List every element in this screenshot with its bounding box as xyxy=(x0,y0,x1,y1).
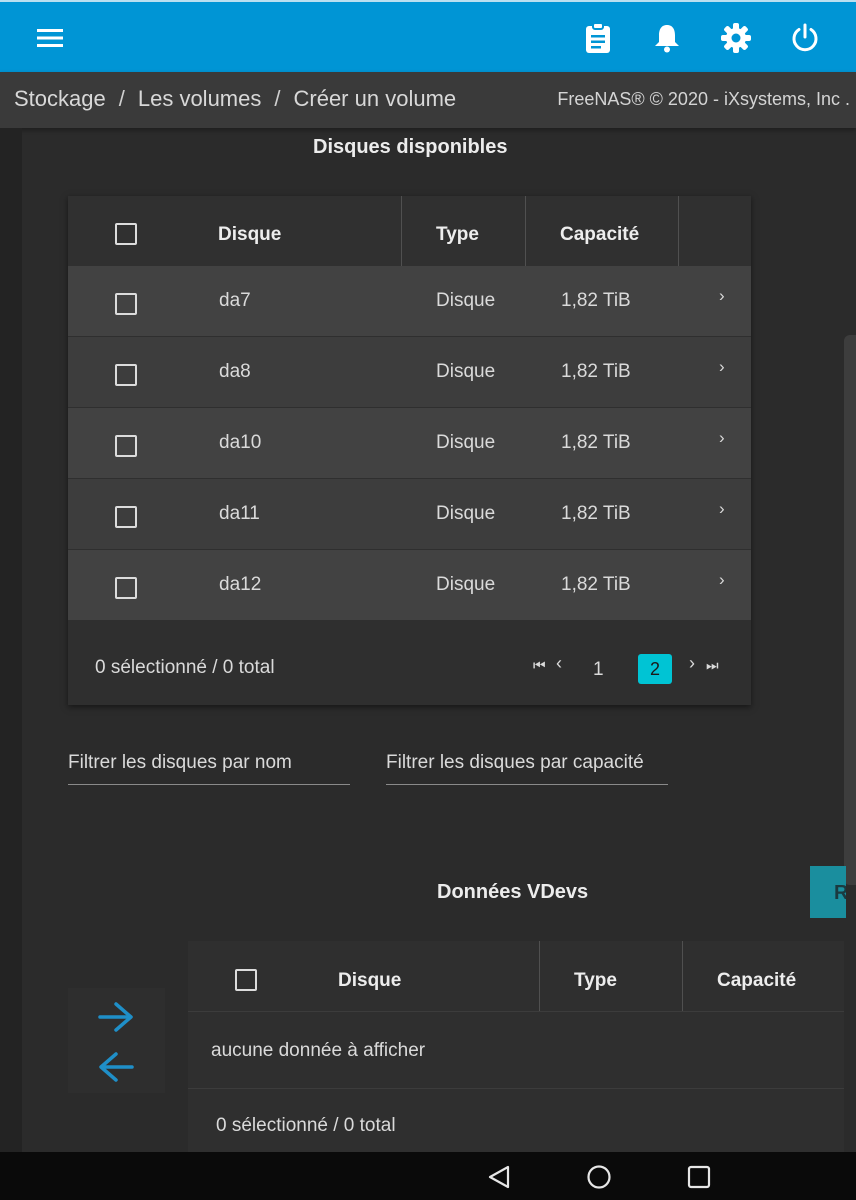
previous-page-icon[interactable]: ‹ xyxy=(556,653,562,674)
table-divider xyxy=(188,1088,844,1089)
disk-name: da7 xyxy=(219,290,251,311)
move-left-arrow-icon[interactable] xyxy=(96,1050,136,1089)
column-divider[interactable] xyxy=(525,196,526,266)
available-disks-table: Disque Type Capacité da7 Disque 1,82 TiB… xyxy=(68,196,751,705)
row-checkbox[interactable] xyxy=(115,506,137,528)
gear-icon[interactable] xyxy=(718,20,754,56)
row-checkbox[interactable] xyxy=(115,577,137,599)
column-divider[interactable] xyxy=(539,941,540,1011)
power-icon[interactable] xyxy=(787,20,823,56)
data-vdevs-table: Disque Type Capacité aucune donnée à aff… xyxy=(188,941,844,1152)
column-header-capacity[interactable]: Capacité xyxy=(560,224,639,246)
move-disk-controls xyxy=(68,988,165,1093)
breadcrumb-bar: Stockage / Les volumes / Créer un volume Fre… xyxy=(0,72,856,128)
data-vdevs-title: Données VDevs xyxy=(437,881,589,903)
breadcrumb-item-storage[interactable]: Stockage xyxy=(14,86,106,111)
first-page-icon[interactable]: ⏮ xyxy=(533,657,546,674)
recent-apps-icon[interactable] xyxy=(686,1164,712,1195)
disk-capacity: 1,82 TiB xyxy=(561,432,631,453)
available-disks-title: Disques disponibles xyxy=(313,136,508,158)
column-divider[interactable] xyxy=(682,941,683,1011)
page-scrollbar[interactable] xyxy=(844,335,856,885)
disk-capacity: 1,82 TiB xyxy=(561,503,631,524)
system-navigation-bar xyxy=(0,1152,856,1200)
row-checkbox[interactable] xyxy=(115,364,137,386)
column-header-type[interactable]: Type xyxy=(436,224,479,246)
breadcrumb-separator: / xyxy=(274,86,281,111)
row-checkbox[interactable] xyxy=(115,435,137,457)
breadcrumb-item-create-volume: Créer un volume xyxy=(293,86,457,111)
select-all-checkbox[interactable] xyxy=(115,223,137,245)
page-1-button[interactable]: 1 xyxy=(593,659,604,681)
expand-chevron-icon[interactable]: › xyxy=(719,357,725,377)
table-header: Disque Type Capacité xyxy=(68,196,751,266)
expand-chevron-icon[interactable]: › xyxy=(719,499,725,519)
next-page-icon[interactable]: › xyxy=(689,653,695,674)
selection-count: 0 sélectionné / 0 total xyxy=(95,657,275,678)
table-header: Disque Type Capacité xyxy=(188,941,844,1012)
disk-type: Disque xyxy=(436,503,496,524)
column-header-capacity[interactable]: Capacité xyxy=(717,970,796,992)
home-icon[interactable] xyxy=(586,1164,612,1195)
disk-capacity: 1,82 TiB xyxy=(561,574,631,595)
disk-name: da11 xyxy=(219,503,260,524)
select-all-checkbox[interactable] xyxy=(235,969,257,991)
disk-name: da8 xyxy=(219,361,251,382)
empty-table-message: aucune donnée à afficher xyxy=(211,1040,426,1061)
column-header-disk[interactable]: Disque xyxy=(338,970,401,992)
table-row[interactable]: da11 Disque 1,82 TiB › xyxy=(68,479,751,549)
breadcrumb-item-volumes[interactable]: Les volumes xyxy=(138,86,262,111)
disk-capacity: 1,82 TiB xyxy=(561,290,631,311)
disk-type: Disque xyxy=(436,290,496,311)
page-2-button[interactable]: 2 xyxy=(638,654,672,684)
column-header-type[interactable]: Type xyxy=(574,970,617,992)
filter-by-name-input[interactable]: Filtrer les disques par nom xyxy=(68,752,350,785)
reset-button[interactable]: R xyxy=(810,866,846,918)
filter-by-capacity-input[interactable]: Filtrer les disques par capacité xyxy=(386,752,668,785)
expand-chevron-icon[interactable]: › xyxy=(719,428,725,448)
column-divider[interactable] xyxy=(401,196,402,266)
expand-chevron-icon[interactable]: › xyxy=(719,286,725,306)
copyright-text: FreeNAS® © 2020 - iXsystems, Inc . xyxy=(557,89,850,109)
selection-count: 0 sélectionné / 0 total xyxy=(216,1115,396,1136)
disk-type: Disque xyxy=(436,432,496,453)
sidebar-strip xyxy=(0,128,22,1152)
table-footer: 0 sélectionné / 0 total ⏮ ‹ 1 2 › ⏭ xyxy=(68,623,751,705)
expand-chevron-icon[interactable]: › xyxy=(719,570,725,590)
table-row[interactable]: da7 Disque 1,82 TiB › xyxy=(68,266,751,336)
disk-capacity: 1,82 TiB xyxy=(561,361,631,382)
disk-name: da10 xyxy=(219,432,262,453)
disk-name: da12 xyxy=(219,574,262,595)
clipboard-icon[interactable] xyxy=(580,20,616,56)
disk-type: Disque xyxy=(436,574,496,595)
row-checkbox[interactable] xyxy=(115,293,137,315)
move-right-arrow-icon[interactable] xyxy=(96,1000,136,1039)
table-row[interactable]: da12 Disque 1,82 TiB › xyxy=(68,550,751,620)
column-header-disk[interactable]: Disque xyxy=(218,224,281,246)
disk-type: Disque xyxy=(436,361,496,382)
table-row[interactable]: da10 Disque 1,82 TiB › xyxy=(68,408,751,478)
breadcrumb: Stockage / Les volumes / Créer un volume xyxy=(14,86,456,112)
back-icon[interactable] xyxy=(486,1164,512,1195)
top-app-bar xyxy=(0,0,856,72)
bell-icon[interactable] xyxy=(649,20,685,56)
menu-icon[interactable] xyxy=(32,20,68,56)
breadcrumb-separator: / xyxy=(118,86,125,111)
table-row[interactable]: da8 Disque 1,82 TiB › xyxy=(68,337,751,407)
column-divider[interactable] xyxy=(678,196,679,266)
last-page-icon[interactable]: ⏭ xyxy=(706,657,719,674)
